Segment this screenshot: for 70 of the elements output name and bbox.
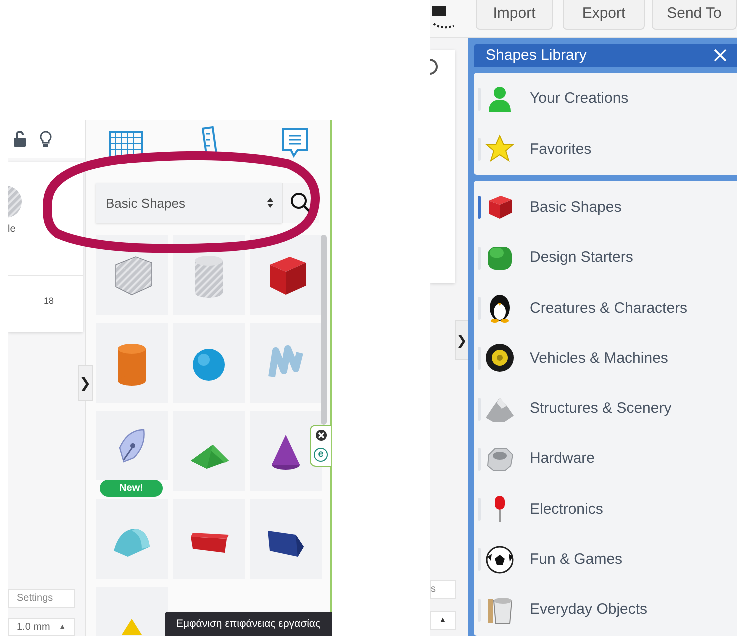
shape-tile[interactable]	[173, 411, 245, 491]
shape-tile[interactable]	[250, 235, 322, 315]
shape-tile[interactable]	[250, 323, 322, 403]
settings-field[interactable]: Settings	[8, 589, 75, 608]
side-widget[interactable]: e	[310, 425, 331, 467]
sort-arrows-icon	[267, 197, 274, 209]
cup-icon	[488, 598, 513, 624]
hex-nut-icon	[487, 448, 514, 472]
widget-letter[interactable]: e	[314, 448, 328, 462]
shape-tile[interactable]	[96, 411, 168, 480]
soccer-ball-icon	[486, 546, 514, 574]
rounded-cube-icon	[488, 246, 512, 270]
pyramid-icon	[122, 619, 142, 635]
led-icon	[495, 496, 505, 522]
star-icon	[486, 134, 514, 162]
library-category[interactable]: Fun & Games	[474, 534, 737, 585]
half-cylinder-icon	[114, 529, 150, 557]
penguin-icon	[490, 295, 510, 324]
cone-icon	[272, 435, 300, 470]
cylinder-icon	[118, 344, 146, 386]
library-category[interactable]: Electronics	[474, 484, 737, 534]
shape-tile[interactable]	[250, 411, 322, 491]
wedge-icon	[268, 531, 304, 557]
grid-size-value: 1.0 mm	[17, 622, 50, 632]
scribble-icon	[268, 346, 304, 378]
text-field[interactable]: s	[430, 580, 456, 599]
striped-cylinder-icon	[195, 256, 223, 298]
library-category[interactable]: Design Starters	[474, 232, 737, 283]
category-select[interactable]: Basic Shapes	[96, 183, 282, 223]
library-category[interactable]: Creatures & Characters	[474, 282, 737, 334]
property-value: 18	[44, 296, 56, 306]
wheel-icon	[486, 344, 514, 372]
shape-tile[interactable]	[96, 323, 168, 403]
library-category[interactable]: Structures & Scenery	[474, 384, 737, 434]
lightbulb-icon[interactable]	[40, 130, 52, 148]
roof-icon	[191, 445, 229, 469]
shape-tile[interactable]	[96, 499, 168, 579]
library-category[interactable]: Vehicles & Machines	[474, 333, 737, 384]
shape-tile[interactable]	[173, 323, 245, 403]
cube-icon	[270, 257, 306, 295]
shape-tile[interactable]	[250, 499, 322, 579]
grid-icon[interactable]	[108, 130, 144, 160]
cube-icon	[489, 196, 512, 220]
striped-box-icon	[116, 256, 152, 296]
toolbar-button[interactable]: Send To	[652, 0, 737, 30]
mountain-icon	[486, 398, 514, 422]
unlock-icon[interactable]	[14, 131, 26, 147]
panel-title: Shapes Library	[486, 46, 587, 64]
notes-icon[interactable]	[280, 126, 310, 160]
shape-tile[interactable]	[173, 499, 245, 579]
toolbar-button[interactable]: Export	[563, 0, 645, 30]
search-icon	[290, 192, 312, 214]
new-badge: New!	[100, 480, 163, 497]
property-label: le	[8, 224, 17, 235]
close-icon[interactable]	[316, 430, 326, 441]
scrollbar[interactable]	[321, 235, 327, 425]
library-category[interactable]: Your Creations	[474, 74, 737, 124]
toolbar-button[interactable]: Import	[476, 0, 553, 30]
expand-tab[interactable]: ❯	[455, 320, 468, 360]
library-category[interactable]: Hardware	[474, 434, 737, 484]
pen-nib-icon	[119, 428, 145, 462]
text-shape-icon	[191, 533, 229, 553]
sphere-icon	[193, 349, 225, 381]
close-icon[interactable]	[714, 48, 727, 62]
library-category[interactable]: Favorites	[474, 124, 737, 174]
tooltip: Εμφάνιση επιφάνειας εργασίας	[165, 612, 332, 636]
person-icon	[489, 86, 511, 112]
expand-tab[interactable]: ❯	[78, 365, 93, 401]
library-category[interactable]: Basic Shapes	[474, 182, 737, 233]
library-category[interactable]: Everyday Objects	[474, 584, 737, 635]
